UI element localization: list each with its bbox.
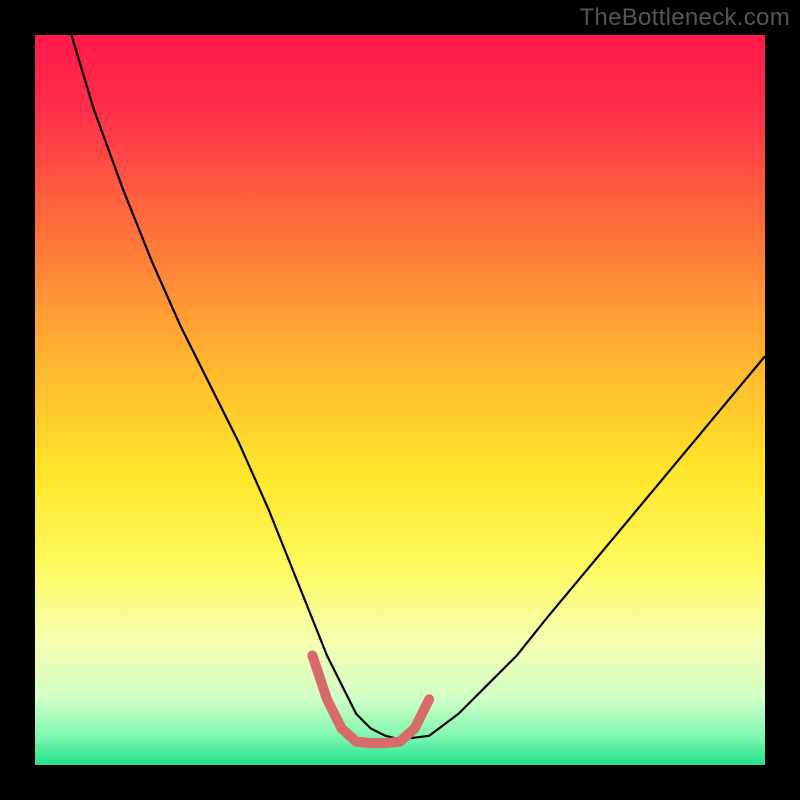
chart-frame: TheBottleneck.com (0, 0, 800, 800)
chart-svg (35, 35, 765, 765)
plot-area (35, 35, 765, 765)
watermark-text: TheBottleneck.com (579, 4, 790, 32)
